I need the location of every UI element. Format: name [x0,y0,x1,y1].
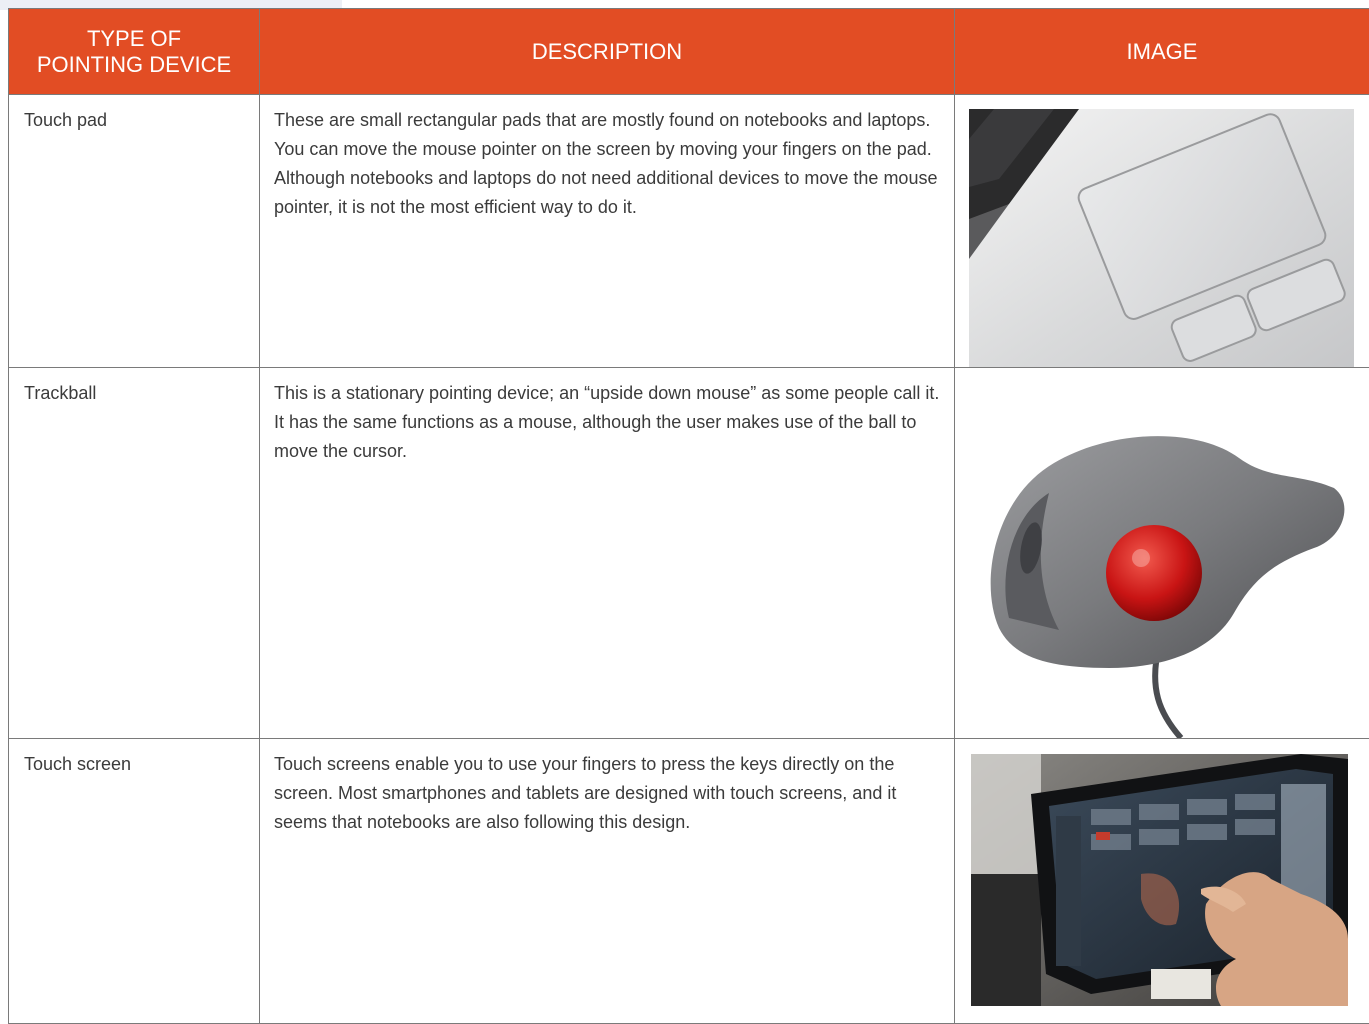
device-type-cell: Trackball [9,368,260,739]
trackball-photo [969,368,1369,738]
header-description: DESCRIPTION [260,9,955,95]
table-header-row: TYPE OF POINTING DEVICE DESCRIPTION IMAG… [9,9,1369,95]
table-row: Touch pad These are small rectangular pa… [9,95,1369,368]
pointing-devices-table: TYPE OF POINTING DEVICE DESCRIPTION IMAG… [8,8,1369,1024]
device-description-cell: This is a stationary pointing device; an… [260,368,955,739]
touch-pad-photo [969,109,1354,367]
header-image: IMAGE [955,9,1369,95]
device-type-cell: Touch screen [9,739,260,1024]
device-image-cell [955,95,1369,368]
table-row: Touch screen Touch screens enable you to… [9,739,1369,1024]
device-description-cell: These are small rectangular pads that ar… [260,95,955,368]
table-row: Trackball This is a stationary pointing … [9,368,1369,739]
device-image-cell [955,739,1369,1024]
device-image-cell [955,368,1369,739]
header-type: TYPE OF POINTING DEVICE [9,9,260,95]
touch-screen-photo [971,754,1348,1006]
device-type-cell: Touch pad [9,95,260,368]
device-description-cell: Touch screens enable you to use your fin… [260,739,955,1024]
